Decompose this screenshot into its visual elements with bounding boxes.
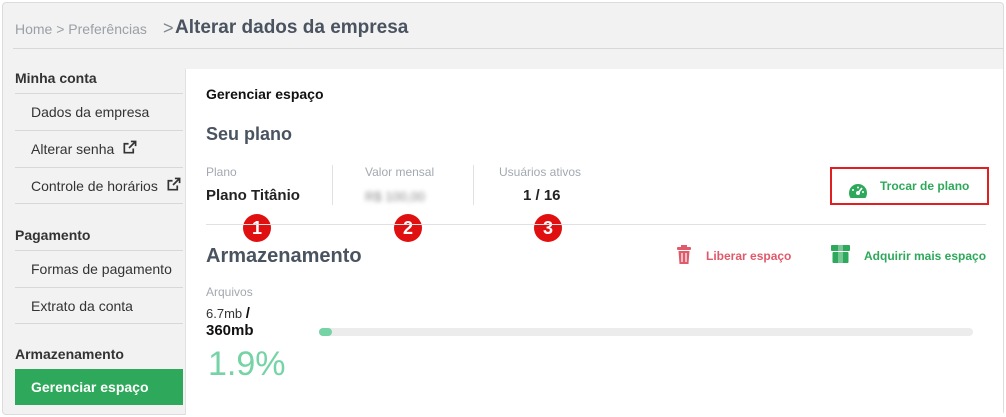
plan-value: Plano Titânio bbox=[206, 187, 300, 204]
storage-progress-bar bbox=[319, 328, 973, 336]
page-title: Alterar dados da empresa bbox=[175, 17, 409, 38]
change-plan-label: Trocar de plano bbox=[880, 179, 970, 193]
free-space-label: Liberar espaço bbox=[706, 249, 792, 263]
sidebar-item-label: Extrato da conta bbox=[31, 298, 133, 314]
sidebar-item-controle-horarios[interactable]: Controle de horários bbox=[15, 167, 183, 204]
buy-space-label: Adquirir mais espaço bbox=[864, 249, 987, 263]
usage-percent: 1.9% bbox=[208, 345, 286, 383]
sidebar-item-label: Controle de horários bbox=[31, 178, 158, 194]
page-frame: Home > Preferências > Alterar dados da e… bbox=[2, 2, 1004, 415]
storage-progress-fill bbox=[319, 328, 333, 336]
monthly-label: Valor mensal bbox=[365, 165, 435, 179]
speedometer-icon bbox=[848, 178, 868, 212]
users-label: Usuários ativos bbox=[499, 165, 582, 179]
sidebar-item-label: Dados da empresa bbox=[31, 104, 150, 120]
trash-icon bbox=[676, 245, 692, 267]
divider bbox=[332, 165, 333, 205]
used-value: 6.7mb bbox=[206, 306, 243, 321]
sidebar-item-formas-pagamento[interactable]: Formas de pagamento bbox=[15, 250, 183, 287]
divider bbox=[206, 224, 986, 225]
sidebar-item-label: Gerenciar espaço bbox=[31, 379, 149, 395]
buy-space-button[interactable]: Adquirir mais espaço bbox=[831, 245, 991, 265]
sidebar-item-label: Formas de pagamento bbox=[31, 261, 172, 277]
sidebar-item-extrato-conta[interactable]: Extrato da conta bbox=[15, 287, 183, 324]
breadcrumb-separator: > bbox=[163, 18, 174, 38]
sidebar-item-dados-empresa[interactable]: Dados da empresa bbox=[15, 93, 183, 130]
sidebar-section-pagamento: Pagamento bbox=[15, 227, 91, 243]
total-storage: 360mb bbox=[206, 322, 254, 339]
used-storage: 6.7mb / bbox=[206, 305, 250, 322]
annotation-badge-3: 3 bbox=[534, 214, 562, 242]
files-label: Arquivos bbox=[206, 285, 253, 299]
plan-heading: Seu plano bbox=[206, 124, 293, 144]
section-title: Gerenciar espaço bbox=[206, 86, 324, 102]
plan-label: Plano bbox=[206, 165, 237, 179]
storage-heading: Armazenamento bbox=[206, 245, 362, 267]
change-plan-button[interactable]: Trocar de plano bbox=[830, 167, 989, 205]
main-panel: Gerenciar espaço Seu plano Plano Plano T… bbox=[185, 69, 1003, 415]
external-link-icon bbox=[166, 169, 181, 205]
users-value: 1 / 16 bbox=[523, 187, 561, 204]
monthly-value-blurred: R$ 100,00 bbox=[365, 189, 425, 204]
annotation-badge-2: 2 bbox=[394, 214, 422, 242]
free-space-button[interactable]: Liberar espaço bbox=[676, 245, 796, 265]
sidebar-item-label: Alterar senha bbox=[31, 141, 115, 157]
annotation-badge-1: 1 bbox=[243, 214, 271, 242]
sidebar-section-armazenamento: Armazenamento bbox=[15, 346, 124, 362]
header-divider bbox=[13, 48, 1003, 49]
breadcrumb[interactable]: Home > Preferências bbox=[15, 21, 147, 37]
sidebar-item-gerenciar-espaco[interactable]: Gerenciar espaço bbox=[15, 369, 183, 405]
box-icon bbox=[831, 245, 850, 266]
used-separator: / bbox=[245, 305, 250, 322]
sidebar-section-minha-conta: Minha conta bbox=[15, 70, 97, 86]
breadcrumb-bar: Home > Preferências > Alterar dados da e… bbox=[3, 3, 1003, 49]
sidebar-item-alterar-senha[interactable]: Alterar senha bbox=[15, 130, 183, 167]
divider bbox=[473, 165, 474, 205]
external-link-icon bbox=[122, 132, 137, 168]
